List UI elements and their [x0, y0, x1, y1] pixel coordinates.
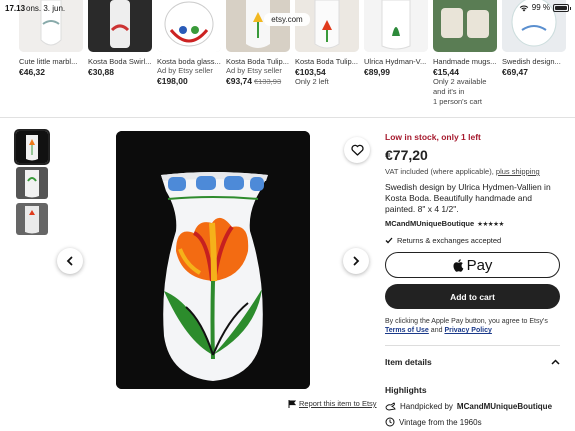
apple-pay-label: Pay [466, 256, 493, 274]
rating-stars: ★★★★★ [477, 220, 504, 228]
add-to-cart-button[interactable]: Add to cart [385, 284, 560, 309]
clock-icon [385, 417, 395, 427]
chevron-up-icon [551, 359, 560, 365]
thumbnail-1[interactable] [14, 129, 50, 165]
battery-percent: 99 % [531, 3, 550, 12]
apple-pay-legal: By clicking the Apple Pay button, you ag… [385, 317, 560, 335]
terms-of-use-link[interactable]: Terms of Use [385, 327, 429, 334]
shop-info: MCandMUniqueBoutique ★★★★★ [385, 219, 560, 228]
status-indicators: 99 % [519, 3, 571, 12]
listing-card[interactable]: Handmade mugs... €15,44 Only 2 available… [433, 0, 497, 115]
apple-logo-icon [453, 259, 463, 272]
address-bar[interactable]: etsy.com [264, 13, 310, 26]
listing-price: €103,54 [295, 67, 326, 77]
legal-and-text: and [430, 327, 443, 334]
stock-note: 1 person's cart [433, 97, 482, 106]
product-description: Swedish design by Ulrica Hydmen-Vallien … [385, 182, 551, 214]
vat-text: VAT included (where applicable), [385, 167, 494, 176]
handpicked-highlight: Handpicked by MCandMUniqueBoutique [385, 401, 560, 411]
wifi-icon [519, 4, 528, 11]
listing-price: €93,74 €133,93 [226, 76, 282, 86]
highlights-heading: Highlights [385, 385, 427, 395]
next-image-button[interactable] [343, 248, 369, 274]
low-stock-notice: Low in stock, only 1 left [385, 132, 481, 142]
buy-box: Low in stock, only 1 left €77,20 VAT inc… [385, 132, 560, 427]
original-price: €133,93 [254, 77, 282, 86]
handpicked-shop: MCandMUniqueBoutique [456, 401, 553, 411]
thumbnail-2[interactable] [16, 167, 48, 199]
favorite-button[interactable] [344, 137, 370, 163]
image-thumbnails [14, 129, 50, 239]
ad-label: Ad by Etsy seller [157, 66, 213, 75]
product-price: €77,20 [385, 147, 428, 163]
returns-text: Returns & exchanges accepted [397, 236, 502, 245]
listing-card[interactable]: Ulrica Hydman-V... €89,99 [364, 0, 428, 115]
thumbnail-3[interactable] [16, 203, 48, 235]
listing-title: Kosta Boda Tulip... [295, 57, 358, 66]
chevron-right-icon [353, 256, 360, 266]
report-item-label: Report this item to Etsy [299, 399, 377, 408]
listing-card[interactable]: Kosta Boda Swirl... €30,88 [88, 0, 152, 115]
stock-note: and it's in [433, 87, 465, 96]
report-item-link[interactable]: Report this item to Etsy [288, 399, 377, 408]
ad-label: Ad by Etsy seller [226, 66, 282, 75]
vat-notice: VAT included (where applicable), plus sh… [385, 167, 560, 176]
listing-title: Kosta Boda Swirl... [88, 57, 152, 66]
listing-card[interactable]: Cute little marbl... €46,32 [19, 0, 83, 115]
privacy-policy-link[interactable]: Privacy Policy [444, 327, 491, 334]
divider [385, 345, 560, 346]
listing-price: €198,00 [157, 76, 188, 86]
listing-title: Kosta boda glass... [157, 57, 221, 66]
listing-price: €69,47 [502, 67, 528, 77]
listing-price: €46,32 [19, 67, 45, 77]
battery-icon [553, 3, 571, 12]
listing-price: €89,99 [364, 67, 390, 77]
item-details-heading: Item details [385, 357, 432, 367]
status-time: 17.13 [5, 4, 26, 13]
listing-title: Swedish design... [502, 57, 561, 66]
handpicked-text: Handpicked by [400, 401, 453, 411]
chevron-left-icon [66, 256, 73, 266]
item-details-toggle[interactable]: Item details [385, 357, 560, 367]
listing-card[interactable]: Swedish design... €69,47 [502, 0, 566, 115]
shop-name-link[interactable]: MCandMUniqueBoutique [385, 219, 474, 228]
status-date: ons. 3. jun. [26, 4, 66, 13]
returns-policy: Returns & exchanges accepted [385, 236, 560, 245]
apple-pay-button[interactable]: Pay [385, 252, 560, 278]
vintage-text: Vintage from the 1960s [399, 417, 482, 427]
previous-image-button[interactable] [57, 248, 83, 274]
checkmark-icon [385, 237, 393, 244]
legal-text: By clicking the Apple Pay button, you ag… [385, 318, 548, 325]
handpicked-icon [385, 402, 396, 411]
listing-title: Ulrica Hydman-V... [364, 57, 427, 66]
heart-icon [350, 144, 364, 156]
vintage-highlight: Vintage from the 1960s [385, 417, 560, 427]
stock-note: Only 2 available [433, 77, 487, 86]
listing-card[interactable]: Kosta boda glass... Ad by Etsy seller €1… [157, 0, 221, 115]
shipping-link[interactable]: plus shipping [496, 167, 540, 176]
main-product-image[interactable] [116, 131, 310, 389]
listing-title: Cute little marbl... [19, 57, 78, 66]
listing-price: €30,88 [88, 67, 114, 77]
listing-price: €15,44 [433, 67, 459, 77]
listing-title: Handmade mugs... [433, 57, 497, 66]
listing-title: Kosta Boda Tulip... [226, 57, 289, 66]
stock-note: Only 2 left [295, 77, 329, 86]
flag-icon [288, 399, 296, 408]
